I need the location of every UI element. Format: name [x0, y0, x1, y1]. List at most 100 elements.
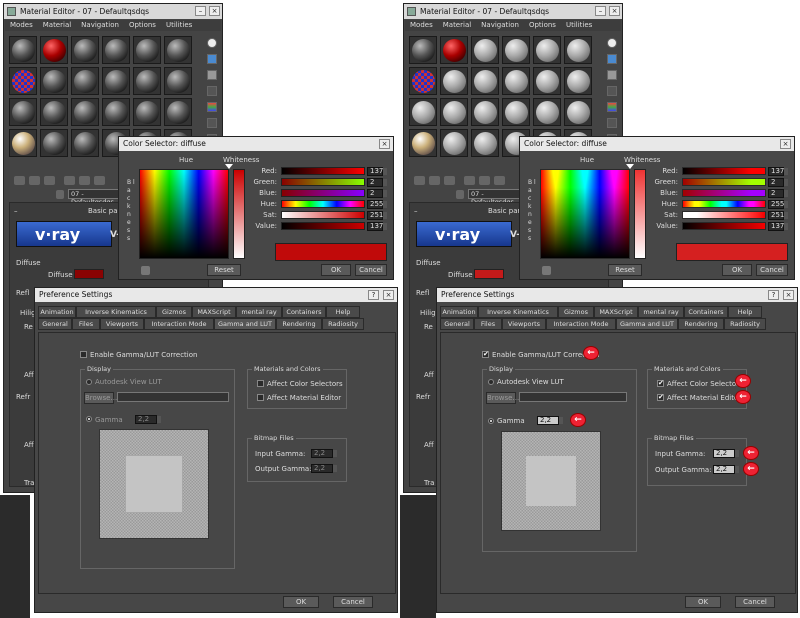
- close-button[interactable]: ×: [383, 290, 394, 300]
- color-slider[interactable]: [682, 222, 766, 230]
- sample-slot[interactable]: [409, 36, 437, 64]
- tab-files[interactable]: Files: [474, 318, 502, 330]
- tab-animation[interactable]: Animation: [38, 306, 76, 318]
- diffuse-color-swatch[interactable]: [474, 269, 504, 279]
- sample-slot[interactable]: [471, 98, 499, 126]
- tab-help[interactable]: Help: [728, 306, 762, 318]
- make-preview-icon[interactable]: [607, 118, 617, 128]
- sample-slot[interactable]: [71, 129, 99, 157]
- color-value-spinner[interactable]: 255: [367, 200, 387, 209]
- eyedropper-icon[interactable]: [542, 266, 551, 275]
- sample-slot[interactable]: [502, 36, 530, 64]
- color-value-spinner[interactable]: 137: [367, 167, 387, 176]
- hue-saturation-picker[interactable]: [540, 169, 630, 259]
- sample-slot[interactable]: [533, 98, 561, 126]
- assign-material-icon[interactable]: [44, 176, 55, 185]
- tab-files[interactable]: Files: [72, 318, 100, 330]
- tab-maxscript[interactable]: MAXScript: [192, 306, 236, 318]
- browse-button[interactable]: Browse...: [486, 392, 519, 404]
- color-value-spinner[interactable]: 2: [768, 189, 788, 198]
- sample-slot[interactable]: [71, 67, 99, 95]
- sample-slot[interactable]: [9, 129, 37, 157]
- sample-slot[interactable]: [40, 67, 68, 95]
- get-material-icon[interactable]: [14, 176, 25, 185]
- color-slider[interactable]: [281, 211, 365, 219]
- lut-path-field[interactable]: [519, 392, 627, 402]
- sample-slot[interactable]: [471, 67, 499, 95]
- output-gamma-spinner[interactable]: 2,2: [311, 464, 337, 473]
- enable-gamma-checkbox[interactable]: [80, 351, 87, 358]
- lut-path-field[interactable]: [117, 392, 229, 402]
- reset-map-icon[interactable]: [464, 176, 475, 185]
- sample-slot[interactable]: [440, 129, 468, 157]
- help-button[interactable]: ?: [768, 290, 779, 300]
- tab-viewports[interactable]: Viewports: [100, 318, 144, 330]
- video-color-icon[interactable]: [207, 102, 217, 112]
- sample-slot[interactable]: [564, 36, 592, 64]
- color-value-spinner[interactable]: 255: [768, 200, 788, 209]
- sample-slot[interactable]: [164, 36, 192, 64]
- sample-slot[interactable]: [471, 129, 499, 157]
- sample-slot[interactable]: [71, 98, 99, 126]
- tab-maxscript[interactable]: MAXScript: [594, 306, 638, 318]
- sample-slot[interactable]: [409, 67, 437, 95]
- color-slider[interactable]: [682, 178, 766, 186]
- tab-interaction-mode[interactable]: Interaction Mode: [144, 318, 214, 330]
- ok-button[interactable]: OK: [685, 596, 721, 608]
- sample-slot[interactable]: [102, 98, 130, 126]
- minimize-button[interactable]: –: [195, 6, 206, 16]
- put-library-icon[interactable]: [94, 176, 105, 185]
- menu-options[interactable]: Options: [129, 21, 156, 29]
- copy-material-icon[interactable]: [79, 176, 90, 185]
- cancel-button[interactable]: Cancel: [333, 596, 373, 608]
- close-button[interactable]: ×: [209, 6, 220, 16]
- copy-material-icon[interactable]: [479, 176, 490, 185]
- input-gamma-spinner[interactable]: 2,2: [311, 449, 337, 458]
- reset-button[interactable]: Reset: [207, 264, 241, 276]
- color-value-spinner[interactable]: 137: [367, 222, 387, 231]
- sample-slot[interactable]: [502, 98, 530, 126]
- sample-slot[interactable]: [533, 67, 561, 95]
- sample-slot[interactable]: [9, 36, 37, 64]
- output-gamma-spinner[interactable]: 2,2: [713, 465, 739, 474]
- sample-slot[interactable]: [564, 98, 592, 126]
- sample-slot[interactable]: [40, 36, 68, 64]
- ok-button[interactable]: OK: [722, 264, 752, 276]
- color-value-spinner[interactable]: 2: [367, 178, 387, 187]
- tab-gizmos[interactable]: Gizmos: [558, 306, 594, 318]
- uv-tiling-icon[interactable]: [207, 86, 217, 96]
- sample-slot[interactable]: [440, 98, 468, 126]
- video-color-icon[interactable]: [607, 102, 617, 112]
- minimize-button[interactable]: –: [595, 6, 606, 16]
- gamma-radio[interactable]: [86, 416, 92, 422]
- color-value-spinner[interactable]: 251: [768, 211, 788, 220]
- affect-material-checkbox[interactable]: ✔: [657, 394, 664, 401]
- tab-radiosity[interactable]: Radiosity: [322, 318, 364, 330]
- background-icon[interactable]: [607, 70, 617, 80]
- color-slider[interactable]: [281, 200, 365, 208]
- sample-slot[interactable]: [9, 67, 37, 95]
- hue-saturation-picker[interactable]: [139, 169, 229, 259]
- tab-gamma-and-lut[interactable]: Gamma and LUT: [214, 318, 276, 330]
- affect-color-checkbox[interactable]: ✔: [657, 380, 664, 387]
- color-value-spinner[interactable]: 137: [768, 167, 788, 176]
- tab-help[interactable]: Help: [326, 306, 360, 318]
- sample-slot[interactable]: [440, 36, 468, 64]
- uv-tiling-icon[interactable]: [607, 86, 617, 96]
- put-to-scene-icon[interactable]: [429, 176, 440, 185]
- input-gamma-spinner[interactable]: 2,2: [713, 449, 739, 458]
- gamma-spinner[interactable]: 2,2: [537, 416, 563, 425]
- sample-slot[interactable]: [164, 67, 192, 95]
- sample-slot[interactable]: [440, 67, 468, 95]
- color-slider[interactable]: [281, 189, 365, 197]
- menu-modes[interactable]: Modes: [10, 21, 33, 29]
- sample-slot[interactable]: [102, 67, 130, 95]
- sample-slot[interactable]: [164, 98, 192, 126]
- rollout-minus[interactable]: –: [14, 207, 18, 215]
- tab-mental-ray[interactable]: mental ray: [236, 306, 282, 318]
- backlight-icon[interactable]: [207, 54, 217, 64]
- close-button[interactable]: ×: [379, 139, 390, 149]
- sample-slot[interactable]: [409, 98, 437, 126]
- menu-options[interactable]: Options: [529, 21, 556, 29]
- tab-mental-ray[interactable]: mental ray: [638, 306, 684, 318]
